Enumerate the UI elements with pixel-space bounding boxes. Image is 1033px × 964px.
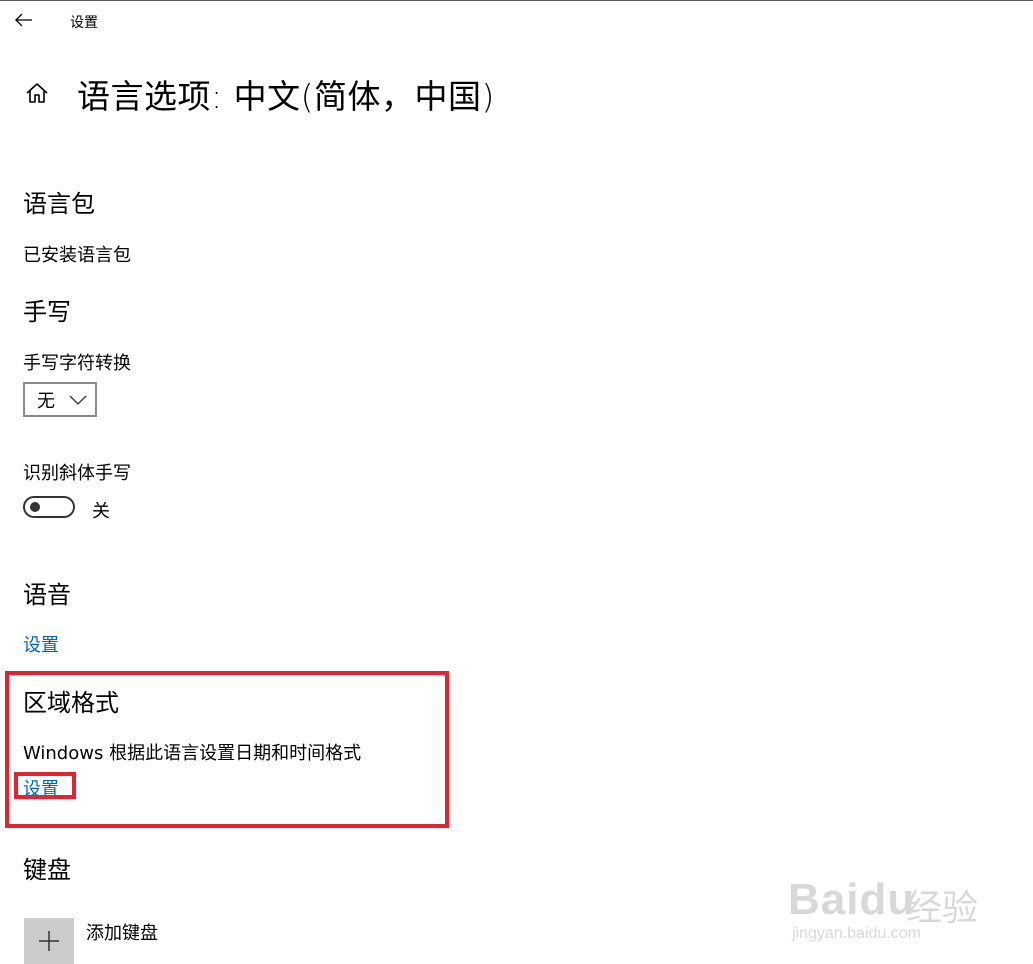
regional-format-heading: 区域格式 <box>23 689 119 717</box>
window-title: 设置 <box>70 15 98 31</box>
italic-handwriting-toggle[interactable] <box>23 496 75 518</box>
speech-heading: 语音 <box>23 581 71 609</box>
home-icon <box>26 83 48 103</box>
keyboard-heading: 键盘 <box>23 856 71 884</box>
handwriting-conversion-dropdown[interactable]: 无 <box>23 382 97 417</box>
back-arrow-icon <box>15 13 32 27</box>
window-top-border <box>0 0 1033 1</box>
speech-settings-link[interactable]: 设置 <box>23 631 59 657</box>
italic-handwriting-label: 识别斜体手写 <box>23 463 131 484</box>
dropdown-selected-value: 无 <box>37 390 55 412</box>
add-keyboard-button[interactable] <box>24 918 74 964</box>
handwriting-conversion-label: 手写字符转换 <box>23 353 131 374</box>
watermark-brand-cn: 经验 <box>906 888 979 929</box>
home-button[interactable] <box>24 80 50 106</box>
chevron-down-icon <box>69 395 87 405</box>
watermark-url: jingyan.baidu.com <box>792 925 921 942</box>
toggle-knob <box>30 502 40 512</box>
back-button[interactable] <box>12 8 36 32</box>
baidu-watermark: Baidu 经验 jingyan.baidu.com <box>788 845 988 955</box>
italic-handwriting-state: 关 <box>92 501 110 522</box>
language-pack-status: 已安装语言包 <box>23 245 131 266</box>
language-pack-heading: 语言包 <box>23 190 95 218</box>
handwriting-heading: 手写 <box>23 298 71 326</box>
watermark-brand: Baidu <box>788 875 916 924</box>
regional-format-description: Windows 根据此语言设置日期和时间格式 <box>23 743 362 764</box>
page-title: 语言选项: 中文(简体，中国) <box>77 77 495 116</box>
regional-format-settings-link[interactable]: 设置 <box>23 775 59 801</box>
plus-icon <box>39 931 59 951</box>
add-keyboard-label[interactable]: 添加键盘 <box>86 919 158 945</box>
